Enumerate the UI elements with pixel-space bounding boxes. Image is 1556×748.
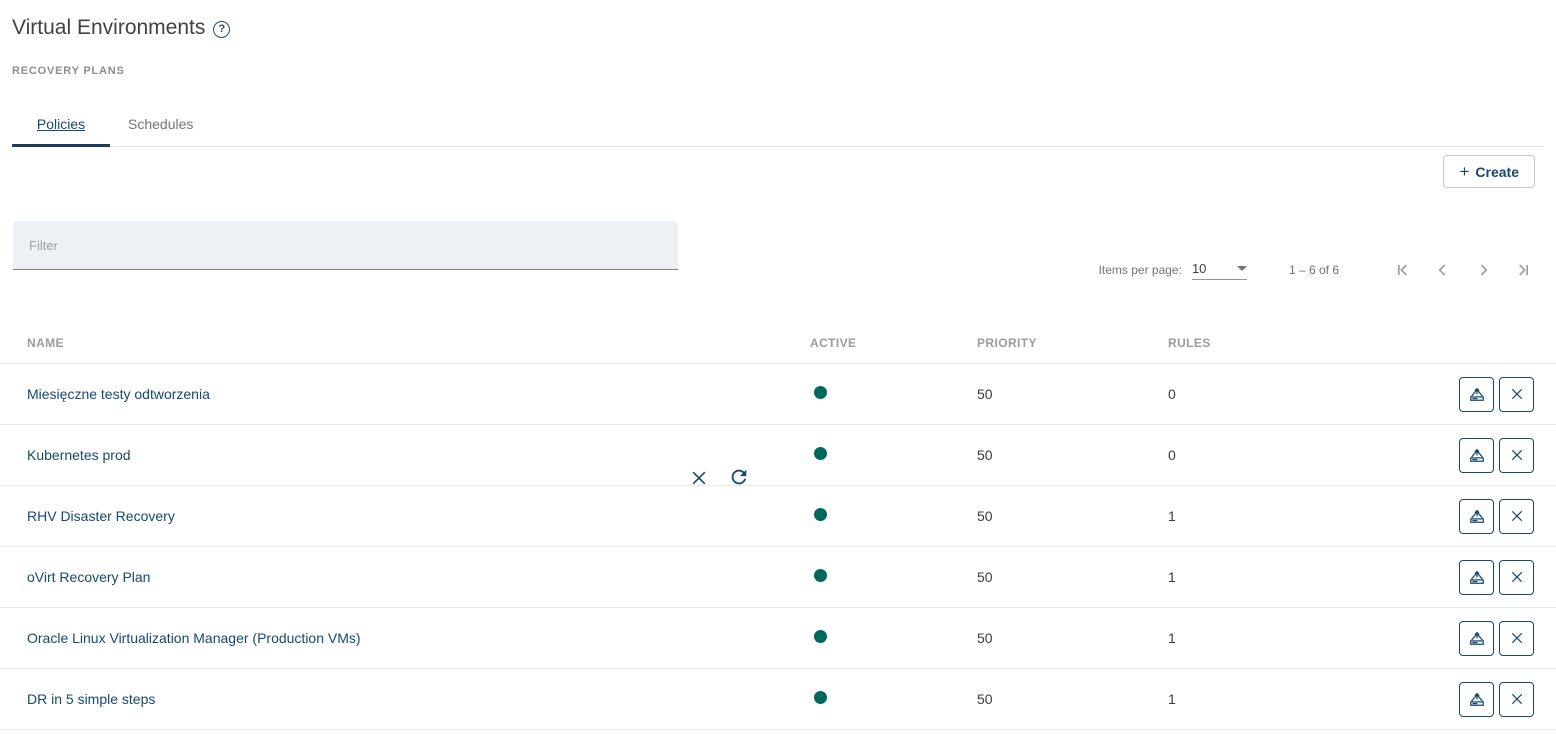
close-icon (1509, 630, 1525, 646)
close-icon (1509, 386, 1525, 402)
active-status-dot (814, 508, 827, 521)
delete-button[interactable] (1499, 438, 1534, 473)
items-per-page-value: 10 (1192, 261, 1206, 276)
rules-value: 1 (1141, 569, 1341, 585)
page-range-label: 1 – 6 of 6 (1289, 263, 1339, 277)
delete-button[interactable] (1499, 377, 1534, 412)
policy-name-link[interactable]: Kubernetes prod (27, 447, 131, 463)
restore-button[interactable] (1459, 560, 1494, 595)
tab-policies[interactable]: Policies (12, 101, 110, 146)
active-status-dot (814, 630, 827, 643)
close-icon (1509, 447, 1525, 463)
policies-table: NAME ACTIVE PRIORITY RULES Miesięczne te… (0, 322, 1556, 730)
restore-icon (1467, 628, 1487, 648)
refresh-icon (728, 466, 750, 488)
delete-button[interactable] (1499, 499, 1534, 534)
delete-button[interactable] (1499, 682, 1534, 717)
policy-name-link[interactable]: Miesięczne testy odtworzenia (27, 386, 210, 402)
policy-name-link[interactable]: oVirt Recovery Plan (27, 569, 150, 585)
help-icon[interactable]: ? (213, 21, 230, 38)
restore-button[interactable] (1459, 377, 1494, 412)
tab-schedules-label: Schedules (128, 116, 193, 132)
last-page-icon (1513, 260, 1533, 280)
priority-value: 50 (950, 386, 1141, 402)
table-row: Kubernetes prod 50 0 (0, 425, 1556, 486)
section-subtitle: RECOVERY PLANS (12, 65, 1556, 77)
clear-filter-button[interactable] (687, 466, 711, 490)
column-header-active: ACTIVE (783, 336, 950, 350)
plus-icon: + (1459, 163, 1469, 180)
table-row: DR in 5 simple steps 50 1 (0, 669, 1556, 730)
policy-name-link[interactable]: RHV Disaster Recovery (27, 508, 175, 524)
table-header-row: NAME ACTIVE PRIORITY RULES (0, 322, 1556, 364)
column-header-rules: RULES (1141, 336, 1341, 350)
restore-icon (1467, 689, 1487, 709)
restore-icon (1467, 567, 1487, 587)
paginator: Items per page: 10 1 – 6 of 6 (1099, 258, 1535, 282)
tab-schedules[interactable]: Schedules (110, 101, 211, 146)
policy-name-link[interactable]: DR in 5 simple steps (27, 691, 155, 707)
create-button-label: Create (1475, 164, 1519, 180)
chevron-right-icon (1473, 260, 1493, 280)
rules-value: 0 (1141, 447, 1341, 463)
policy-name-link[interactable]: Oracle Linux Virtualization Manager (Pro… (27, 630, 361, 646)
items-per-page-label: Items per page: (1099, 263, 1182, 277)
page-title: Virtual Environments (12, 16, 205, 40)
active-status-dot (814, 569, 827, 582)
active-status-dot (814, 691, 827, 704)
restore-icon (1467, 445, 1487, 465)
table-row: Oracle Linux Virtualization Manager (Pro… (0, 608, 1556, 669)
next-page-button[interactable] (1471, 258, 1495, 282)
close-icon (689, 468, 709, 488)
rules-value: 1 (1141, 630, 1341, 646)
items-per-page-select[interactable]: 10 (1192, 261, 1247, 280)
previous-page-button[interactable] (1431, 258, 1455, 282)
close-icon (1509, 691, 1525, 707)
chevron-left-icon (1433, 260, 1453, 280)
delete-button[interactable] (1499, 560, 1534, 595)
rules-value: 0 (1141, 386, 1341, 402)
last-page-button[interactable] (1511, 258, 1535, 282)
restore-button[interactable] (1459, 438, 1494, 473)
rules-value: 1 (1141, 508, 1341, 524)
table-row: Miesięczne testy odtworzenia 50 0 (0, 364, 1556, 425)
column-header-priority: PRIORITY (950, 336, 1141, 350)
first-page-icon (1393, 260, 1413, 280)
restore-button[interactable] (1459, 621, 1494, 656)
active-status-dot (814, 447, 827, 460)
priority-value: 50 (950, 691, 1141, 707)
rules-value: 1 (1141, 691, 1341, 707)
first-page-button[interactable] (1391, 258, 1415, 282)
close-icon (1509, 569, 1525, 585)
create-button[interactable]: + Create (1443, 155, 1535, 188)
tab-bar: Policies Schedules (12, 101, 1544, 147)
close-icon (1509, 508, 1525, 524)
column-header-name: NAME (0, 336, 783, 350)
active-status-dot (814, 386, 827, 399)
priority-value: 50 (950, 630, 1141, 646)
table-row: RHV Disaster Recovery 50 1 (0, 486, 1556, 547)
delete-button[interactable] (1499, 621, 1534, 656)
priority-value: 50 (950, 569, 1141, 585)
refresh-button[interactable] (727, 465, 751, 489)
filter-toolbar: Items per page: 10 1 – 6 of 6 (0, 221, 1556, 270)
table-row: oVirt Recovery Plan 50 1 (0, 547, 1556, 608)
filter-input[interactable] (13, 221, 678, 270)
restore-button[interactable] (1459, 499, 1494, 534)
priority-value: 50 (950, 508, 1141, 524)
restore-icon (1467, 506, 1487, 526)
chevron-down-icon (1237, 266, 1247, 271)
priority-value: 50 (950, 447, 1141, 463)
restore-button[interactable] (1459, 682, 1494, 717)
restore-icon (1467, 384, 1487, 404)
tab-policies-label: Policies (37, 116, 85, 132)
